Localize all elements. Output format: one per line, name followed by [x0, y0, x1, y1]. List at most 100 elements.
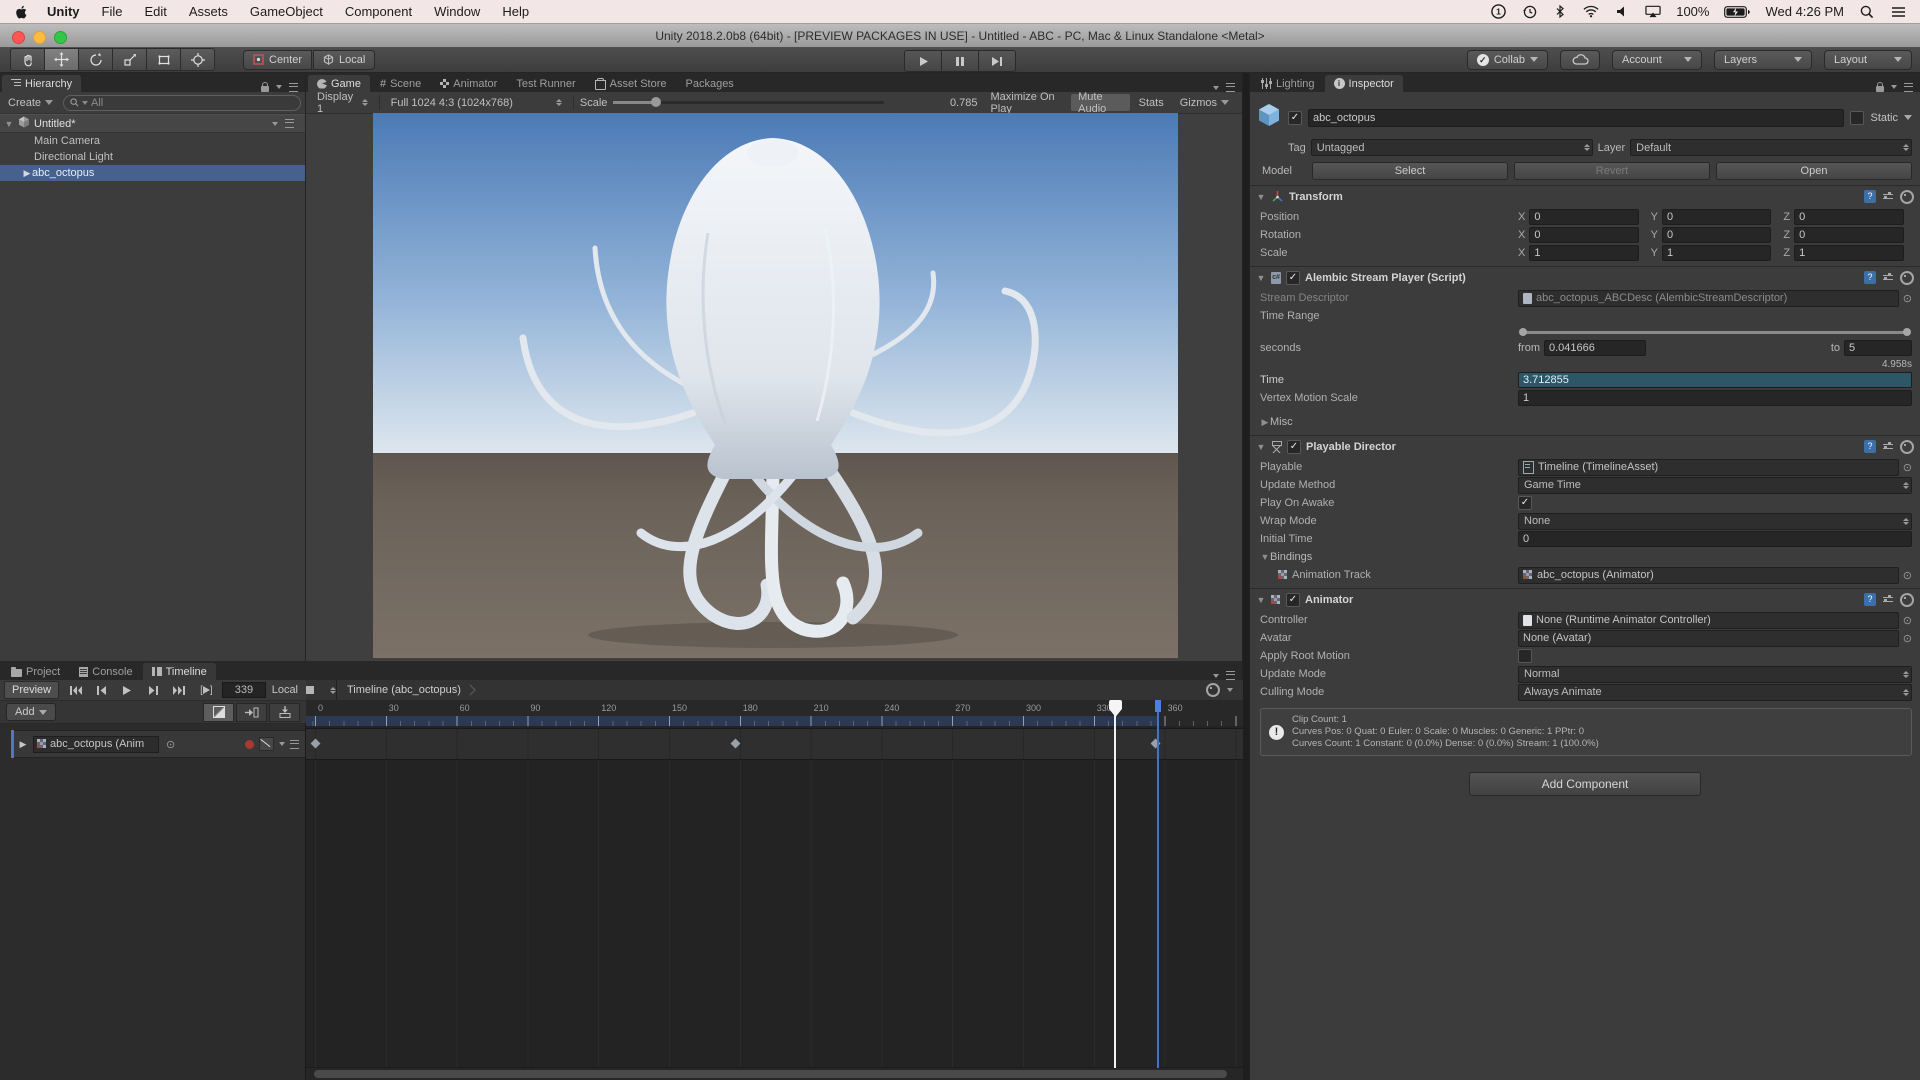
wifi-icon[interactable] [1583, 4, 1599, 20]
tab-lighting[interactable]: Lighting [1252, 75, 1324, 92]
display-dropdown[interactable]: Display 1 [312, 94, 373, 111]
aspect-dropdown[interactable]: Full 1024 4:3 (1024x768) [386, 94, 567, 111]
play-on-awake-checkbox[interactable]: ✓ [1518, 496, 1532, 510]
presets-icon[interactable] [1882, 441, 1894, 453]
bluetooth-icon[interactable] [1552, 4, 1568, 20]
object-picker-icon[interactable]: ⊙ [1903, 569, 1912, 582]
time-ref-dropdown[interactable]: Local [268, 684, 302, 696]
menu-file[interactable]: File [91, 4, 134, 19]
panel-dropdown-icon[interactable] [1213, 674, 1219, 678]
tab-console[interactable]: Console [70, 663, 141, 680]
apply-root-motion-checkbox[interactable] [1518, 649, 1532, 663]
timeline-settings-gear-icon[interactable] [1206, 683, 1220, 697]
timeline-ruler[interactable]: 0306090120150180210240270300330360 [306, 700, 1243, 727]
pivot-toggle-button[interactable]: Center [243, 50, 312, 70]
hierarchy-item-main-camera[interactable]: Main Camera [0, 133, 305, 149]
playhead-line[interactable] [1114, 700, 1116, 1068]
add-component-button[interactable]: Add Component [1469, 772, 1701, 796]
tab-asset-store[interactable]: Asset Store [586, 75, 676, 92]
goto-end-button[interactable] [167, 682, 191, 699]
controller-field[interactable]: None (Runtime Animator Controller) [1518, 612, 1899, 629]
create-button[interactable]: Create [4, 97, 57, 109]
help-icon[interactable]: ? [1864, 271, 1876, 284]
time-range-slider[interactable] [1521, 331, 1909, 334]
animation-track-band[interactable] [306, 728, 1243, 760]
alembic-component-header[interactable]: ▼ c# ✓ Alembic Stream Player (Script) ? [1250, 266, 1920, 288]
timeline-end-marker[interactable] [1155, 700, 1161, 712]
timeline-selector[interactable] [306, 680, 337, 700]
update-mode-dropdown[interactable]: Normal [1518, 666, 1912, 683]
tab-inspector[interactable]: iInspector [1325, 75, 1403, 92]
apple-menu-icon[interactable] [14, 4, 30, 20]
playable-field[interactable]: Timeline (TimelineAsset) [1518, 459, 1899, 476]
gear-icon[interactable] [1900, 271, 1914, 285]
panel-menu-icon[interactable] [1226, 83, 1235, 92]
menu-window[interactable]: Window [423, 4, 491, 19]
time-machine-icon[interactable] [1521, 4, 1537, 20]
menu-assets[interactable]: Assets [178, 4, 239, 19]
menu-gameobject[interactable]: GameObject [239, 4, 334, 19]
tab-packages[interactable]: Packages [677, 75, 743, 92]
move-tool-button[interactable] [45, 48, 79, 71]
initial-time-field[interactable]: 0 [1518, 531, 1912, 547]
help-icon[interactable]: ? [1864, 440, 1876, 453]
game-viewport[interactable] [373, 113, 1178, 658]
layer-dropdown[interactable]: Default [1630, 139, 1912, 156]
tab-timeline[interactable]: Timeline [143, 663, 216, 680]
track-dropdown-icon[interactable] [279, 742, 285, 746]
object-picker-icon[interactable]: ⊙ [1903, 632, 1912, 645]
menu-component[interactable]: Component [334, 4, 423, 19]
layout-dropdown[interactable]: Layout [1824, 50, 1912, 70]
track-header-abc-octopus[interactable]: ▶ abc_octopus (Anim ⊙ [14, 730, 305, 758]
object-picker-icon[interactable]: ⊙ [1903, 461, 1912, 474]
gear-icon[interactable] [1900, 593, 1914, 607]
next-frame-button[interactable] [141, 682, 165, 699]
panel-menu-icon[interactable] [289, 83, 298, 92]
minimize-window-button[interactable] [33, 31, 46, 44]
pause-button[interactable] [942, 50, 979, 72]
gear-icon[interactable] [1900, 440, 1914, 454]
close-window-button[interactable] [12, 31, 25, 44]
presets-icon[interactable] [1882, 272, 1894, 284]
scene-menu-icon[interactable] [285, 119, 294, 128]
from-field[interactable]: 0.041666 [1544, 340, 1646, 356]
menu-help[interactable]: Help [491, 4, 540, 19]
battery-icon[interactable] [1724, 4, 1750, 20]
timeline-breadcrumb[interactable]: Timeline (abc_octopus) [347, 684, 461, 696]
foldout-open-icon[interactable]: ▼ [1256, 273, 1266, 283]
chevron-down-icon[interactable] [1227, 688, 1233, 692]
model-open-button[interactable]: Open [1716, 162, 1912, 180]
mute-audio-toggle[interactable]: Mute Audio [1071, 94, 1130, 111]
play-range-toggle[interactable]: [] [193, 682, 221, 699]
airplay-icon[interactable] [1645, 4, 1661, 20]
update-method-dropdown[interactable]: Game Time [1518, 477, 1912, 494]
search-filter-icon[interactable] [82, 101, 88, 105]
rotate-tool-button[interactable] [79, 48, 113, 71]
collab-button[interactable]: ✓ Collab [1467, 50, 1548, 70]
add-track-button[interactable]: Add [6, 703, 56, 721]
hierarchy-search-input[interactable]: All [63, 95, 301, 111]
scale-y-field[interactable]: 1 [1662, 245, 1771, 261]
scale-slider[interactable] [613, 101, 884, 104]
timeline-play-button[interactable] [116, 682, 140, 699]
help-icon[interactable]: ? [1864, 593, 1876, 606]
object-picker-icon[interactable]: ⊙ [166, 738, 175, 751]
transform-component-header[interactable]: ▼ Transform ? [1250, 185, 1920, 207]
static-checkbox[interactable] [1850, 111, 1864, 125]
scene-dropdown-icon[interactable] [272, 122, 278, 126]
space-toggle-button[interactable]: Local [313, 50, 375, 70]
position-y-field[interactable]: 0 [1662, 209, 1771, 225]
tab-scene[interactable]: #Scene [371, 75, 430, 92]
panel-dropdown-icon[interactable] [276, 85, 282, 89]
tag-dropdown[interactable]: Untagged [1311, 139, 1593, 156]
model-select-button[interactable]: Select [1312, 162, 1508, 180]
foldout-open-icon[interactable]: ▼ [1256, 442, 1266, 452]
position-z-field[interactable]: 0 [1794, 209, 1904, 225]
lock-icon[interactable] [261, 86, 269, 92]
notification-center-icon[interactable] [1890, 4, 1906, 20]
object-picker-icon[interactable]: ⊙ [1903, 614, 1912, 627]
foldout-open-icon[interactable]: ▼ [1256, 192, 1266, 202]
ripple-mode-button[interactable] [236, 703, 267, 722]
tab-game[interactable]: Game [308, 75, 370, 92]
volume-icon[interactable] [1614, 4, 1630, 20]
